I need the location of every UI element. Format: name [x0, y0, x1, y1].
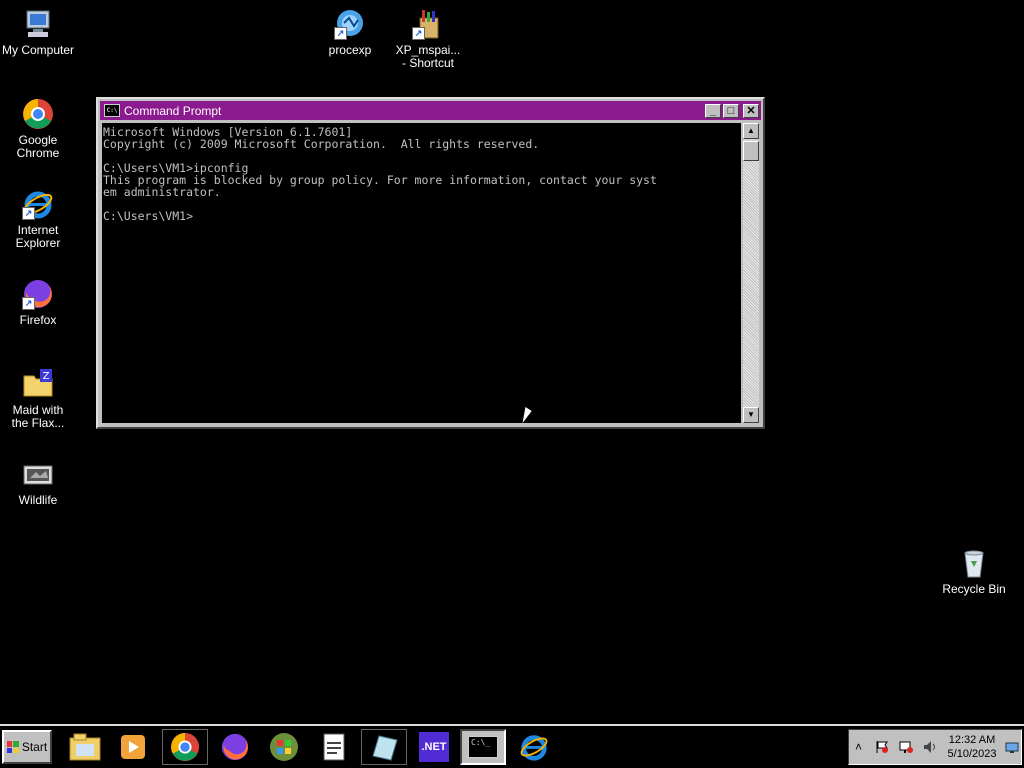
desktop-icon-label: Internet Explorer: [15, 223, 61, 250]
clock[interactable]: 12:32 AM 5/10/2023: [943, 733, 1001, 761]
desktop-icon-recycle-bin[interactable]: Recycle Bin: [936, 547, 1012, 596]
show-hidden-icons-button[interactable]: ˄: [855, 740, 862, 754]
taskbar-explorer[interactable]: [62, 729, 108, 765]
taskbar-paint[interactable]: [361, 729, 407, 765]
ie-icon: [520, 735, 548, 761]
window-titlebar[interactable]: C:\ Command Prompt _ □ ✕: [100, 101, 761, 120]
shortcut-arrow-icon: ↗: [334, 27, 347, 40]
console-output[interactable]: Microsoft Windows [Version 6.1.7601] Cop…: [102, 123, 741, 423]
desktop-icon-paint-shortcut[interactable]: ↗ XP_mspai... - Shortcut: [390, 8, 466, 70]
desktop-icon-label: Maid with the Flax...: [11, 403, 65, 430]
chrome-icon: [22, 98, 54, 130]
network-icon[interactable]: [899, 740, 913, 757]
svg-text:Z: Z: [43, 371, 50, 382]
minimize-button[interactable]: _: [705, 103, 721, 118]
cmd-icon: C:\_: [468, 736, 498, 758]
scroll-up-button[interactable]: ▲: [743, 123, 759, 139]
desktop-icon-firefox[interactable]: ↗ Firefox: [0, 278, 76, 327]
desktop-icon-label: My Computer: [1, 43, 75, 57]
paint-icon: [372, 735, 398, 761]
desktop-icon-procexp[interactable]: ↗ procexp: [312, 8, 388, 57]
close-button[interactable]: ✕: [743, 103, 759, 118]
console-line: em administrator.: [103, 185, 221, 199]
vertical-scrollbar[interactable]: ▲ ▼: [743, 123, 759, 423]
desktop-icon-label: Google Chrome: [16, 133, 60, 160]
shortcut-arrow-icon: ↗: [22, 207, 35, 220]
scroll-down-button[interactable]: ▼: [743, 407, 759, 423]
explorer-icon: [69, 733, 101, 761]
show-desktop-icon[interactable]: [1005, 742, 1019, 757]
desktop-icon-internet-explorer[interactable]: ↗ Internet Explorer: [0, 188, 76, 250]
console-line: Copyright (c) 2009 Microsoft Corporation…: [103, 137, 540, 151]
procexp-shortcut-icon: ↗: [334, 8, 366, 40]
computer-icon: [22, 8, 54, 40]
firefox-icon: ↗: [22, 278, 54, 310]
ie-icon: ↗: [22, 188, 54, 220]
taskbar-internet-explorer[interactable]: [511, 729, 557, 765]
taskbar-windows-orb[interactable]: [261, 729, 307, 765]
command-prompt-window[interactable]: C:\ Command Prompt _ □ ✕ Microsoft Windo…: [96, 97, 765, 429]
desktop-icon-label: Recycle Bin: [942, 582, 1006, 596]
start-button[interactable]: Start: [2, 730, 52, 764]
clock-date: 5/10/2023: [947, 748, 997, 760]
taskbar-chrome[interactable]: [162, 729, 208, 765]
desktop-icon-label: procexp: [328, 43, 372, 57]
start-label: Start: [21, 740, 48, 754]
windows-flag-icon: [6, 741, 19, 753]
notepad-icon: [323, 733, 345, 761]
desktop-icon-label: XP_mspai... - Shortcut: [395, 43, 461, 70]
cmd-icon: C:\: [104, 104, 120, 117]
zip-folder-icon: Z: [22, 368, 54, 400]
taskbar-firefox[interactable]: [212, 729, 258, 765]
desktop-icon-maid-with-the-flax[interactable]: Z Maid with the Flax...: [0, 368, 76, 430]
taskbar-media-player[interactable]: [110, 729, 156, 765]
desktop-icon-label: Wildlife: [18, 493, 58, 507]
recycle-bin-icon: [958, 547, 990, 579]
media-player-icon: [121, 735, 145, 759]
desktop-icon-wildlife[interactable]: Wildlife: [0, 458, 76, 507]
video-icon: [22, 458, 54, 490]
paint-shortcut-icon: ↗: [412, 8, 444, 40]
window-title: Command Prompt: [124, 103, 222, 118]
scroll-thumb[interactable]: [743, 141, 759, 161]
desktop-icon-google-chrome[interactable]: Google Chrome: [0, 98, 76, 160]
taskbar-notepad[interactable]: [311, 729, 357, 765]
console-prompt-line[interactable]: C:\Users\VM1>: [103, 210, 741, 222]
maximize-button[interactable]: □: [723, 103, 739, 118]
taskbar: Start .NET C:\_ ˄ 12:32 AM 5/10/2023: [0, 724, 1024, 768]
shortcut-arrow-icon: ↗: [22, 297, 35, 310]
windows-orb-icon: [270, 733, 298, 761]
dotnet-icon: .NET: [419, 732, 449, 762]
taskbar-dotnet[interactable]: .NET: [411, 729, 457, 765]
volume-icon[interactable]: [923, 740, 937, 757]
chrome-icon: [170, 732, 200, 762]
desktop-icon-my-computer[interactable]: My Computer: [0, 8, 76, 57]
action-center-flag-icon[interactable]: [875, 740, 889, 757]
firefox-icon: [221, 733, 249, 761]
taskbar-command-prompt[interactable]: C:\_: [460, 729, 506, 765]
system-tray: ˄ 12:32 AM 5/10/2023: [848, 729, 1022, 765]
desktop-icon-label: Firefox: [19, 313, 57, 327]
clock-time: 12:32 AM: [948, 734, 996, 746]
shortcut-arrow-icon: ↗: [412, 27, 425, 40]
